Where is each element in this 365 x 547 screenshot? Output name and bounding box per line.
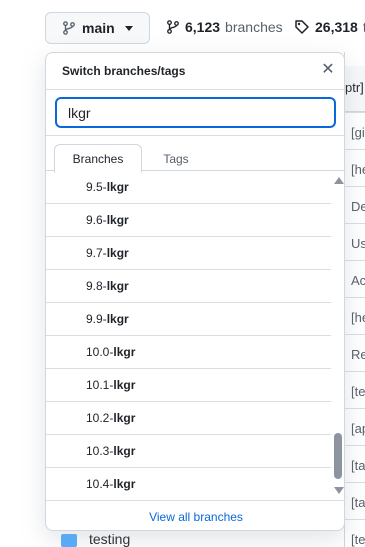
branch-item[interactable]: 10.1- lkgr — [46, 369, 331, 402]
file-row[interactable]: [ta — [345, 445, 365, 482]
branch-name-prefix: 10.0- — [86, 345, 114, 359]
branch-selector-button[interactable]: main — [45, 12, 150, 44]
file-row-text: [ta — [351, 458, 365, 473]
branch-item[interactable]: 9.8- lkgr — [46, 270, 331, 303]
file-row-text: [ta — [351, 495, 365, 510]
folder-icon — [61, 534, 77, 547]
branch-name-match: lkgr — [113, 444, 136, 458]
git-branch-icon — [63, 21, 75, 35]
file-row[interactable]: Ac — [345, 260, 365, 297]
git-branch-icon — [167, 20, 179, 34]
file-row[interactable]: [gi — [345, 112, 365, 149]
branch-name-match: lkgr — [106, 279, 129, 293]
file-row[interactable]: [te — [345, 371, 365, 408]
file-list-background: ptr] [gi [he De Us Ac [he Re [te [ap [ta… — [344, 52, 365, 547]
dropdown-title: Switch branches/tags — [62, 64, 186, 78]
branch-item[interactable]: 10.3- lkgr — [46, 435, 331, 468]
file-row[interactable]: [he — [345, 297, 365, 334]
chevron-down-icon — [124, 25, 133, 31]
branch-name-match: lkgr — [106, 246, 129, 260]
dropdown-header: Switch branches/tags ✕ — [46, 53, 344, 89]
branch-name-match: lkgr — [106, 213, 129, 227]
tags-link[interactable]: 26,318 t — [294, 19, 365, 35]
branch-filter-input[interactable] — [55, 97, 336, 128]
file-row-text: De — [351, 199, 365, 214]
tag-icon — [295, 20, 309, 34]
branch-name-match: lkgr — [113, 345, 136, 359]
repo-header: main 6,123 branches 26,318 t — [0, 0, 365, 52]
file-row[interactable]: [ta — [345, 482, 365, 519]
close-icon[interactable]: ✕ — [320, 62, 336, 78]
folder-name: testing — [89, 530, 131, 547]
branch-name-match: lkgr — [113, 477, 136, 491]
branch-name-prefix: 10.4- — [86, 477, 114, 491]
file-row[interactable]: [ap — [345, 408, 365, 445]
tab-branches[interactable]: Branches — [54, 144, 142, 173]
branch-name-prefix: 9.9- — [86, 312, 107, 326]
tags-count: 26,318 — [315, 19, 358, 35]
branch-item[interactable]: 9.6- lkgr — [46, 204, 331, 237]
file-row[interactable]: Re — [345, 334, 365, 371]
branch-item[interactable]: 9.7- lkgr — [46, 237, 331, 270]
branch-name-prefix: 10.1- — [86, 378, 114, 392]
tab-tags[interactable]: Tags — [144, 144, 208, 173]
file-row[interactable]: De — [345, 186, 365, 223]
current-branch-label: main — [82, 20, 115, 36]
branch-name-prefix: 10.3- — [86, 444, 114, 458]
view-all-branches-link[interactable]: View all branches — [46, 500, 344, 530]
scrollbar-thumb[interactable] — [334, 433, 342, 479]
branch-name-prefix: 9.6- — [86, 213, 107, 227]
branch-name-prefix: 9.5- — [86, 180, 107, 194]
branch-name-match: lkgr — [106, 312, 129, 326]
branch-name-match: lkgr — [106, 180, 129, 194]
file-row[interactable]: [te — [345, 519, 365, 547]
file-row-text: Ac — [351, 273, 365, 288]
branch-name-prefix: 10.2- — [86, 411, 114, 425]
file-row[interactable]: Us — [345, 223, 365, 260]
file-row-text: [ap — [351, 421, 365, 436]
branch-name-match: lkgr — [113, 411, 136, 425]
branch-list-scrollbar[interactable] — [331, 171, 344, 500]
scroll-up-arrow-icon[interactable] — [334, 177, 344, 184]
file-row-text: [te — [351, 384, 365, 399]
branch-tag-tabs: Branches Tags — [46, 135, 344, 173]
branches-count: 6,123 — [185, 19, 221, 35]
branch-item[interactable]: 10.4- lkgr — [46, 468, 331, 500]
branches-link[interactable]: 6,123 branches — [166, 19, 283, 35]
file-row-text: [te — [351, 532, 365, 547]
branch-item[interactable]: 9.9- lkgr — [46, 303, 331, 336]
branch-item[interactable]: 9.5- lkgr — [46, 171, 331, 204]
file-row-text: Us — [351, 236, 365, 251]
file-row-text: Re — [351, 347, 365, 362]
file-row[interactable]: [he — [345, 149, 365, 186]
file-list-header-text: ptr] — [345, 80, 364, 95]
branch-item[interactable]: 10.2- lkgr — [46, 402, 331, 435]
branch-name-prefix: 9.7- — [86, 246, 107, 260]
branch-switcher-dropdown: Switch branches/tags ✕ Branches Tags 9.5… — [45, 52, 345, 531]
file-row-text: [he — [351, 310, 365, 325]
filter-container — [46, 89, 344, 135]
branch-name-match: lkgr — [113, 378, 136, 392]
branch-name-prefix: 9.8- — [86, 279, 107, 293]
file-row-text: [he — [351, 162, 365, 177]
branches-label: branches — [225, 19, 283, 35]
file-row-testing[interactable]: testing — [45, 530, 345, 547]
branch-list: 9.5- lkgr 9.6- lkgr 9.7- lkgr 9.8- lkgr 9.9-… — [46, 171, 331, 500]
scroll-down-arrow-icon[interactable] — [334, 487, 344, 494]
branch-item[interactable]: 10.0- lkgr — [46, 336, 331, 369]
file-list-header: ptr] — [345, 66, 365, 112]
file-row-text: [gi — [351, 125, 365, 140]
